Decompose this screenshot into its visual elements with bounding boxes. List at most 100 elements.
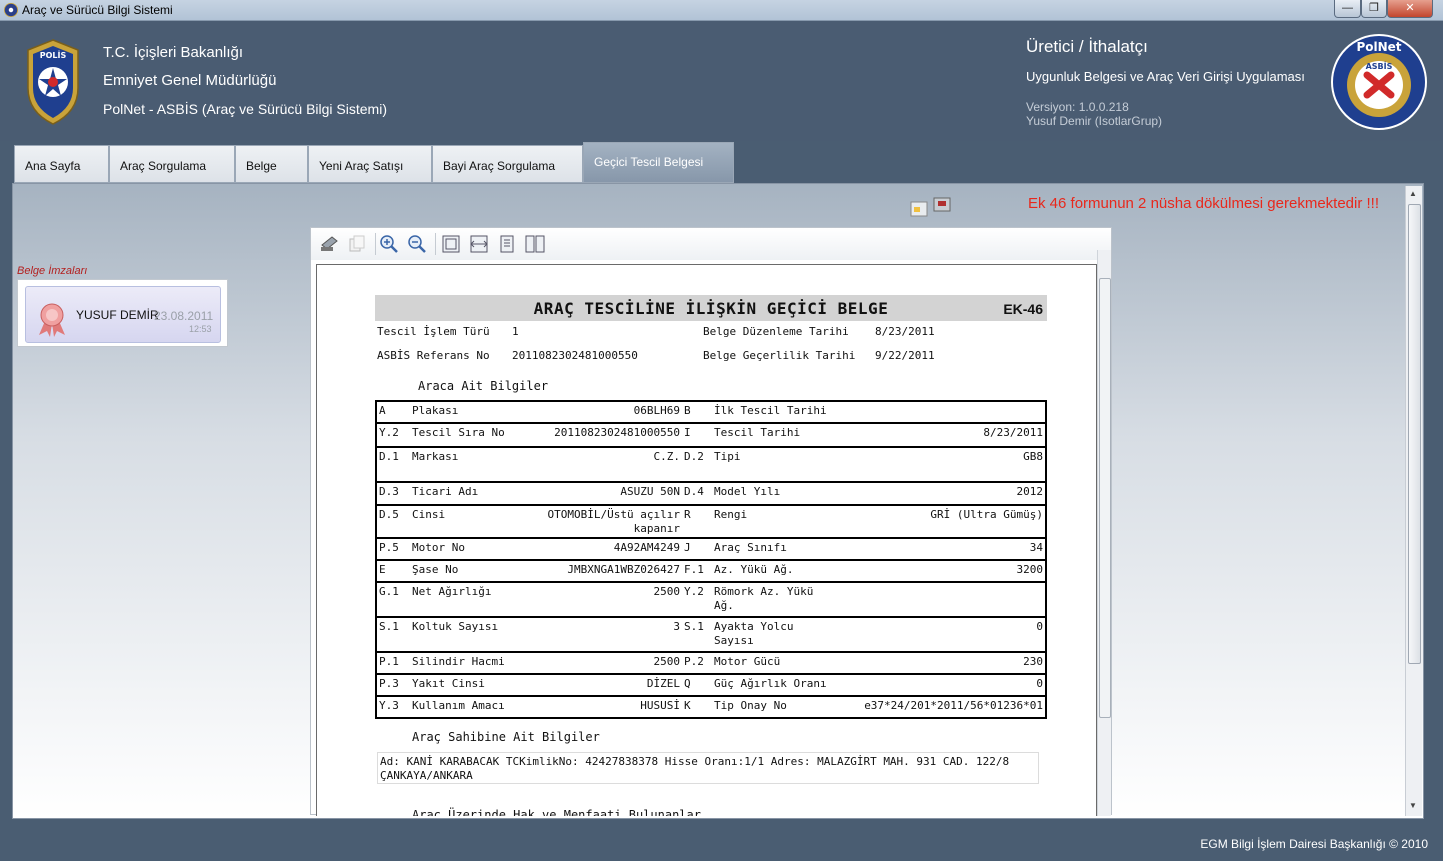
field-code: Y.2 [682, 582, 712, 618]
ek46-warning: Ek 46 formunun 2 nüsha dökülmesi gerekme… [1028, 195, 1380, 212]
field-code: D.1 [376, 447, 410, 483]
vehicle-table-row: D.1 Markası C.Z. D.2 Tipi GB8 [376, 447, 1046, 483]
field-code: I [682, 423, 712, 448]
field-value: GRİ (Ultra Gümüş) [832, 505, 1046, 539]
field-label: Tipi [712, 447, 832, 483]
tab-label: Ana Sayfa [25, 159, 81, 173]
document-scroll-thumb[interactable] [1099, 278, 1111, 718]
field-code: S.1 [376, 617, 410, 653]
vehicle-section-title: Araca Ait Bilgiler [418, 379, 549, 393]
tab-label: Yeni Araç Satışı [319, 159, 404, 173]
signature-card[interactable]: YUSUF DEMİR 23.08.2011 12:53 [25, 286, 221, 343]
field-label: Güç Ağırlık Oranı [712, 674, 832, 697]
envelope-icon[interactable] [910, 197, 952, 219]
field-label: Rengi [712, 505, 832, 539]
tab-label: Araç Sorgulama [120, 159, 207, 173]
user-label: Yusuf Demir (IsotlarGrup) [1026, 114, 1163, 128]
field-label: Şase No [410, 560, 528, 583]
field-label: Markası [410, 447, 528, 483]
vehicle-table-row: Y.3 Kullanım Amacı HUSUSİ K Tip Onay No e37*2… [376, 696, 1046, 719]
tab-arac-sorgulama[interactable]: Araç Sorgulama [109, 145, 235, 183]
zoom-out-icon[interactable] [407, 234, 427, 254]
field-code: F.1 [682, 560, 712, 583]
field-code: B [682, 401, 712, 424]
duzenleme-tarihi-value: 8/23/2011 [875, 325, 935, 338]
minimize-icon: — [1342, 2, 1353, 14]
owner-info: Ad: KANİ KARABACAK TCKimlikNo: 424278383… [377, 752, 1039, 784]
field-value: 3200 [832, 560, 1046, 583]
field-value: 0 [832, 674, 1046, 697]
field-label: Yakıt Cinsi [410, 674, 528, 697]
vehicle-table-row: S.1 Koltuk Sayısı 3 S.1 Ayakta Yolcu Sayısı 0 [376, 617, 1046, 653]
signature-date: 23.08.2011 [154, 309, 214, 323]
scroll-up-icon[interactable]: ▲ [1409, 189, 1417, 198]
field-code: J [682, 538, 712, 561]
vehicle-table-row: D.3 Ticari Adı ASUZU 50N D.4 Model Yılı 2012 [376, 482, 1046, 506]
field-label: İlk Tescil Tarihi [712, 401, 832, 424]
tab-yeni-arac-satisi[interactable]: Yeni Araç Satışı [308, 145, 432, 183]
field-code: P.1 [376, 652, 410, 675]
page-width-icon[interactable] [469, 234, 489, 254]
gecerlilik-tarihi-value: 9/22/2011 [875, 349, 935, 362]
maximize-icon: ❐ [1369, 2, 1379, 14]
field-label: Cinsi [410, 505, 528, 539]
field-code: D.2 [682, 447, 712, 483]
single-page-icon[interactable] [497, 234, 517, 254]
vehicle-table-row: D.5 Cinsi OTOMOBİL/Üstü açılır kapanır R Ren… [376, 505, 1046, 539]
document-scrollbar[interactable] [1097, 250, 1111, 816]
window-title: Araç ve Sürücü Bilgi Sistemi [22, 3, 173, 17]
field-value: 3 [528, 617, 682, 653]
signatures-label: Belge İmzaları [17, 265, 88, 277]
full-page-icon[interactable] [441, 234, 461, 254]
islem-turu-label: Tescil İşlem Türü [377, 325, 490, 338]
title-bar: Araç ve Sürücü Bilgi Sistemi — ❐ ✕ [0, 0, 1443, 21]
islem-turu-value: 1 [512, 325, 519, 338]
field-value: ASUZU 50N [528, 482, 682, 506]
rights-section-title: Araç Üzerinde Hak ve Menfaati Bulunanlar [412, 808, 701, 816]
field-code: A [376, 401, 410, 424]
page-scrollbar[interactable]: ▲ ▼ [1405, 186, 1422, 816]
field-code: E [376, 560, 410, 583]
duzenleme-tarihi-label: Belge Düzenleme Tarihi [703, 325, 849, 338]
copy-icon[interactable] [347, 234, 367, 254]
field-code: D.4 [682, 482, 712, 506]
tab-gecici-tescil-belgesi[interactable]: Geçici Tescil Belgesi [583, 142, 734, 183]
field-value: DİZEL [528, 674, 682, 697]
print-icon[interactable] [319, 234, 339, 254]
tab-belge[interactable]: Belge [235, 145, 308, 183]
zoom-in-icon[interactable] [379, 234, 399, 254]
signer-name: YUSUF DEMİR [76, 308, 159, 322]
version-label: Versiyon: 1.0.0.218 [1026, 100, 1129, 114]
field-label: Ticari Adı [410, 482, 528, 506]
field-code: K [682, 696, 712, 719]
field-code: P.5 [376, 538, 410, 561]
two-pages-icon[interactable] [525, 234, 545, 254]
field-value: 230 [832, 652, 1046, 675]
field-code: R [682, 505, 712, 539]
tab-bayi-arac-sorgulama[interactable]: Bayi Araç Sorgulama [432, 145, 583, 183]
referans-no-value: 2011082302481000550 [512, 349, 638, 362]
vehicle-table-row: E Şase No JMBXNGA1WBZ026427 F.1 Az. Yükü Ağ.… [376, 560, 1046, 583]
footer-copyright: EGM Bilgi İşlem Dairesi Başkanlığı © 201… [1200, 837, 1428, 851]
field-value: OTOMOBİL/Üstü açılır kapanır [528, 505, 682, 539]
vehicle-info-table: A Plakası 06BLH69 B İlk Tescil Tarihi Y.2 Tesc… [375, 400, 1047, 719]
scroll-down-icon[interactable]: ▼ [1409, 801, 1417, 810]
tab-ana-sayfa[interactable]: Ana Sayfa [14, 145, 109, 183]
minimize-button[interactable]: — [1334, 0, 1361, 18]
field-code: D.5 [376, 505, 410, 539]
field-value: 2500 [528, 582, 682, 618]
scroll-thumb[interactable] [1408, 204, 1421, 664]
polnet-logo-text: PolNet [1356, 40, 1401, 54]
field-code: Y.3 [376, 696, 410, 719]
field-label: Plakası [410, 401, 528, 424]
field-value: 34 [832, 538, 1046, 561]
field-label: Silindir Hacmi [410, 652, 528, 675]
directorate-name: Emniyet Genel Müdürlüğü [103, 72, 277, 89]
field-value: 0 [832, 617, 1046, 653]
maximize-button[interactable]: ❐ [1361, 0, 1387, 18]
tab-label: Geçici Tescil Belgesi [594, 155, 704, 169]
field-label: Ayakta Yolcu Sayısı [712, 617, 832, 653]
close-button[interactable]: ✕ [1387, 0, 1433, 18]
gecerlilik-tarihi-label: Belge Geçerlilik Tarihi [703, 349, 856, 362]
document-title: ARAÇ TESCİLİNE İLİŞKİN GEÇİCİ BELGE [533, 299, 889, 318]
